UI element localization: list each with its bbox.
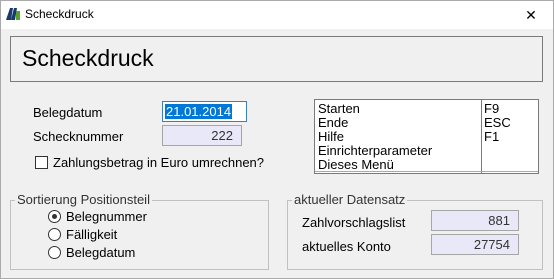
title-bar[interactable]: Scheckdruck ✕ <box>1 1 553 29</box>
radio-faelligkeit[interactable] <box>48 228 61 241</box>
radio-belegnummer[interactable] <box>48 210 61 223</box>
radio-belegnummer-label: Belegnummer <box>66 209 147 224</box>
menu-bottom-line <box>315 171 538 172</box>
konto-label: aktuelles Konto <box>302 239 391 254</box>
euro-convert-checkbox[interactable] <box>35 156 48 169</box>
dialog-window: Scheckdruck ✕ Scheckdruck Belegdatum 21.… <box>0 0 554 279</box>
menu-key-ende: ESC <box>484 115 511 130</box>
dataset-group-title: aktueller Datensatz <box>292 192 408 207</box>
sort-group-title: Sortierung Positionsteil <box>15 192 152 207</box>
page-title: Scheckdruck <box>22 45 154 71</box>
belegdatum-label: Belegdatum <box>33 105 103 120</box>
close-button[interactable]: ✕ <box>509 1 553 29</box>
konto-field: 27754 <box>431 234 519 255</box>
euro-convert-label: Zahlungsbetrag in Euro umrechnen? <box>53 155 265 170</box>
menu-item-hilfe[interactable]: Hilfe <box>318 130 344 144</box>
menu-item-ende[interactable]: Ende <box>318 116 348 130</box>
menu-item-einrichterparameter[interactable]: Einrichterparameter <box>318 144 432 158</box>
belegdatum-field[interactable]: 21.01.2014 <box>162 101 247 122</box>
app-logo-icon <box>6 8 20 20</box>
menu-item-dieses-menue[interactable]: Dieses Menü <box>318 158 394 172</box>
radio-faelligkeit-label: Fälligkeit <box>66 227 118 242</box>
menu-item-starten[interactable]: Starten <box>318 102 360 116</box>
close-icon: ✕ <box>525 6 537 23</box>
schecknummer-label: Schecknummer <box>33 129 124 144</box>
schecknummer-field[interactable]: 222 <box>162 125 242 146</box>
menu-divider <box>481 100 482 173</box>
window-title: Scheckdruck <box>25 7 94 21</box>
zahlvorschlag-label: Zahlvorschlagslist <box>302 215 406 230</box>
zahlvorschlag-field: 881 <box>431 210 519 231</box>
radio-belegdatum-label: Belegdatum <box>66 245 136 260</box>
menu-key-starten: F9 <box>484 101 500 116</box>
radio-belegdatum[interactable] <box>48 246 61 259</box>
belegdatum-value: 21.01.2014 <box>165 104 233 119</box>
shortcut-menu-list[interactable]: Starten F9 Ende ESC Hilfe F1 Einrichterp… <box>314 99 539 174</box>
menu-key-hilfe: F1 <box>484 129 500 144</box>
header-panel: Scheckdruck <box>10 36 543 82</box>
